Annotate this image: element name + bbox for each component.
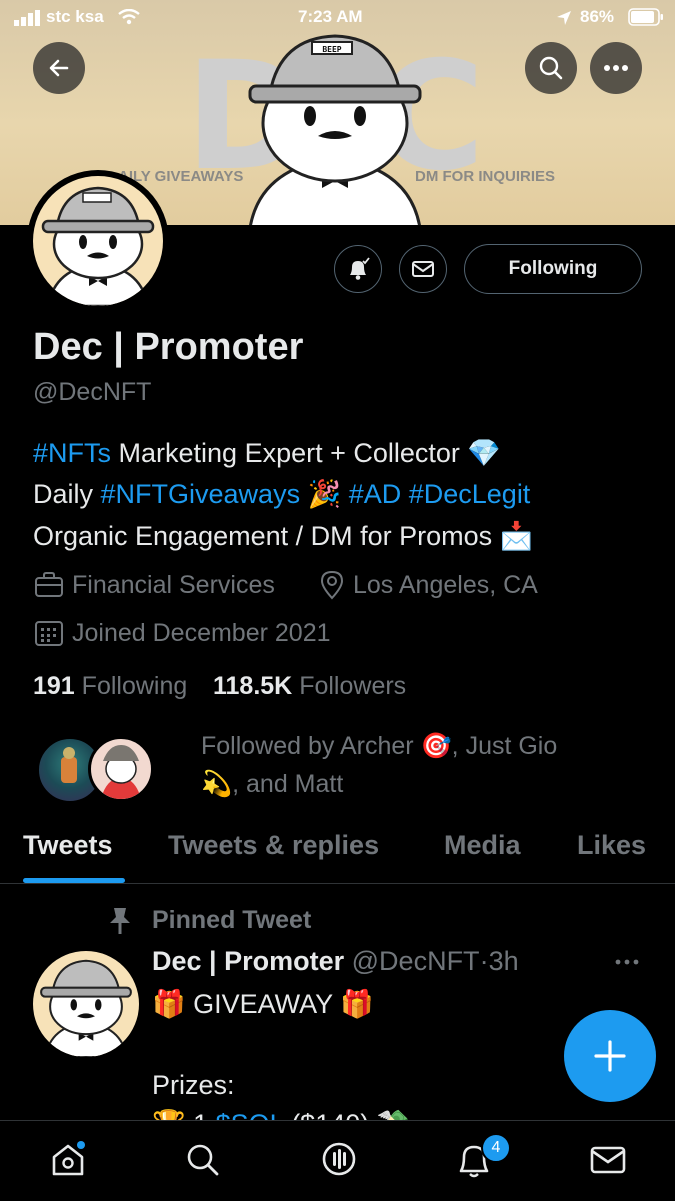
location-pin-icon (320, 570, 344, 600)
notifications-badge: 4 (481, 1133, 511, 1163)
back-button[interactable] (33, 42, 85, 94)
spaces-icon (322, 1142, 356, 1176)
location-arrow-icon (557, 11, 571, 25)
tweet-text-line-2: Prizes: (152, 1070, 235, 1100)
wifi-icon (118, 9, 140, 25)
tweet-separator: · (479, 946, 489, 976)
profile-name: Dec | Promoter (33, 326, 304, 368)
hashtag-nftgiveaways[interactable]: #NFTGiveaways (101, 479, 301, 509)
tab-tweets[interactable]: Tweets (23, 830, 113, 861)
following-stat[interactable]: 191 Following (33, 672, 187, 701)
tab-media[interactable]: Media (444, 830, 521, 861)
bio-text: Marketing Expert + Collector 💎 (111, 438, 502, 468)
profile-category: Financial Services (72, 571, 275, 599)
follower-avatar-2 (88, 736, 154, 802)
bio-text: Organic Engagement / DM for Promos 📩 (33, 521, 534, 551)
more-button[interactable] (590, 42, 642, 94)
pin-icon (110, 908, 130, 934)
status-bar: stc ksa 7:23 AM 86% (0, 0, 675, 36)
hat-label-text: BEEP (322, 45, 341, 54)
following-button[interactable]: Following (464, 244, 642, 294)
notifications-toggle-button[interactable] (334, 245, 382, 293)
banner-mascot: BEEP (248, 34, 422, 225)
hashtag-declegit[interactable]: #DecLegit (409, 479, 531, 509)
tab-likes[interactable]: Likes (577, 830, 646, 861)
nav-spaces[interactable] (317, 1138, 361, 1182)
mail-icon (412, 261, 434, 277)
briefcase-icon (35, 572, 63, 597)
tabs-divider (0, 883, 675, 884)
search-icon (539, 56, 563, 80)
bio-line-1: #NFTs Marketing Expert + Collector 💎 (33, 437, 501, 469)
follower-figure-2 (101, 745, 141, 799)
battery-percent-text: 86% (580, 7, 615, 26)
hashtag-ad[interactable]: #AD (349, 479, 402, 509)
following-count: 191 (33, 672, 75, 700)
profile-avatar[interactable] (27, 170, 169, 312)
tweet-author-handle[interactable]: @DecNFT (352, 946, 480, 976)
followers-count: 118.5K (213, 672, 293, 700)
bio-text (401, 479, 409, 509)
compose-tweet-button[interactable] (564, 1010, 656, 1102)
home-icon (52, 1141, 85, 1176)
avatar-image (33, 176, 163, 306)
tweet-author-name[interactable]: Dec | Promoter (152, 946, 344, 976)
tweet-time[interactable]: 3h (489, 946, 519, 976)
message-button[interactable] (399, 245, 447, 293)
tweet-author-avatar[interactable] (33, 951, 139, 1057)
nav-messages[interactable] (586, 1138, 630, 1182)
bio-text: Daily (33, 479, 101, 509)
profile-location: Los Angeles, CA (353, 571, 538, 599)
signal-icon (14, 10, 40, 26)
followed-by-line-2: 💫, and Matt (201, 770, 344, 798)
bell-check-icon (350, 257, 370, 280)
profile-handle: @DecNFT (33, 378, 152, 406)
plus-icon (594, 1040, 626, 1072)
avatar-mascot (41, 186, 155, 306)
nav-search[interactable] (181, 1138, 225, 1182)
tab-tweets-and-replies[interactable]: Tweets & replies (168, 830, 379, 861)
calendar-icon (35, 621, 63, 646)
hashtag-nfts[interactable]: #NFTs (33, 438, 111, 468)
back-arrow-icon (49, 59, 69, 77)
profile-joined-date: Joined December 2021 (72, 619, 331, 647)
tweet-header: Dec | Promoter @DecNFT·3h (152, 946, 519, 977)
search-button[interactable] (525, 42, 577, 94)
followed-by-line-1: Followed by Archer 🎯, Just Gio (201, 732, 558, 760)
followers-label: Followers (299, 672, 407, 700)
nav-home[interactable] (46, 1138, 90, 1182)
carrier-text: stc ksa (46, 7, 104, 26)
bio-line-3: Organic Engagement / DM for Promos 📩 (33, 520, 533, 552)
bio-line-2: Daily #NFTGiveaways 🎉 #AD #DecLegit (33, 478, 530, 510)
search-icon (187, 1144, 219, 1176)
tweet-more-icon[interactable] (614, 958, 640, 966)
battery-icon (628, 8, 663, 26)
followed-by-section[interactable]: Followed by Archer 🎯, Just Gio 💫, and Ma… (33, 732, 653, 812)
clock-text: 7:23 AM (298, 7, 363, 26)
tweet-avatar-mascot (40, 959, 132, 1057)
following-label: Following (81, 672, 188, 700)
bio-text: 🎉 (300, 479, 349, 509)
followers-stat[interactable]: 118.5K Followers (213, 672, 406, 701)
mail-icon (590, 1146, 626, 1174)
tweet-text-line-1: 🎁 GIVEAWAY 🎁 (152, 989, 374, 1019)
more-icon (604, 65, 628, 71)
pinned-label: Pinned Tweet (152, 906, 312, 934)
